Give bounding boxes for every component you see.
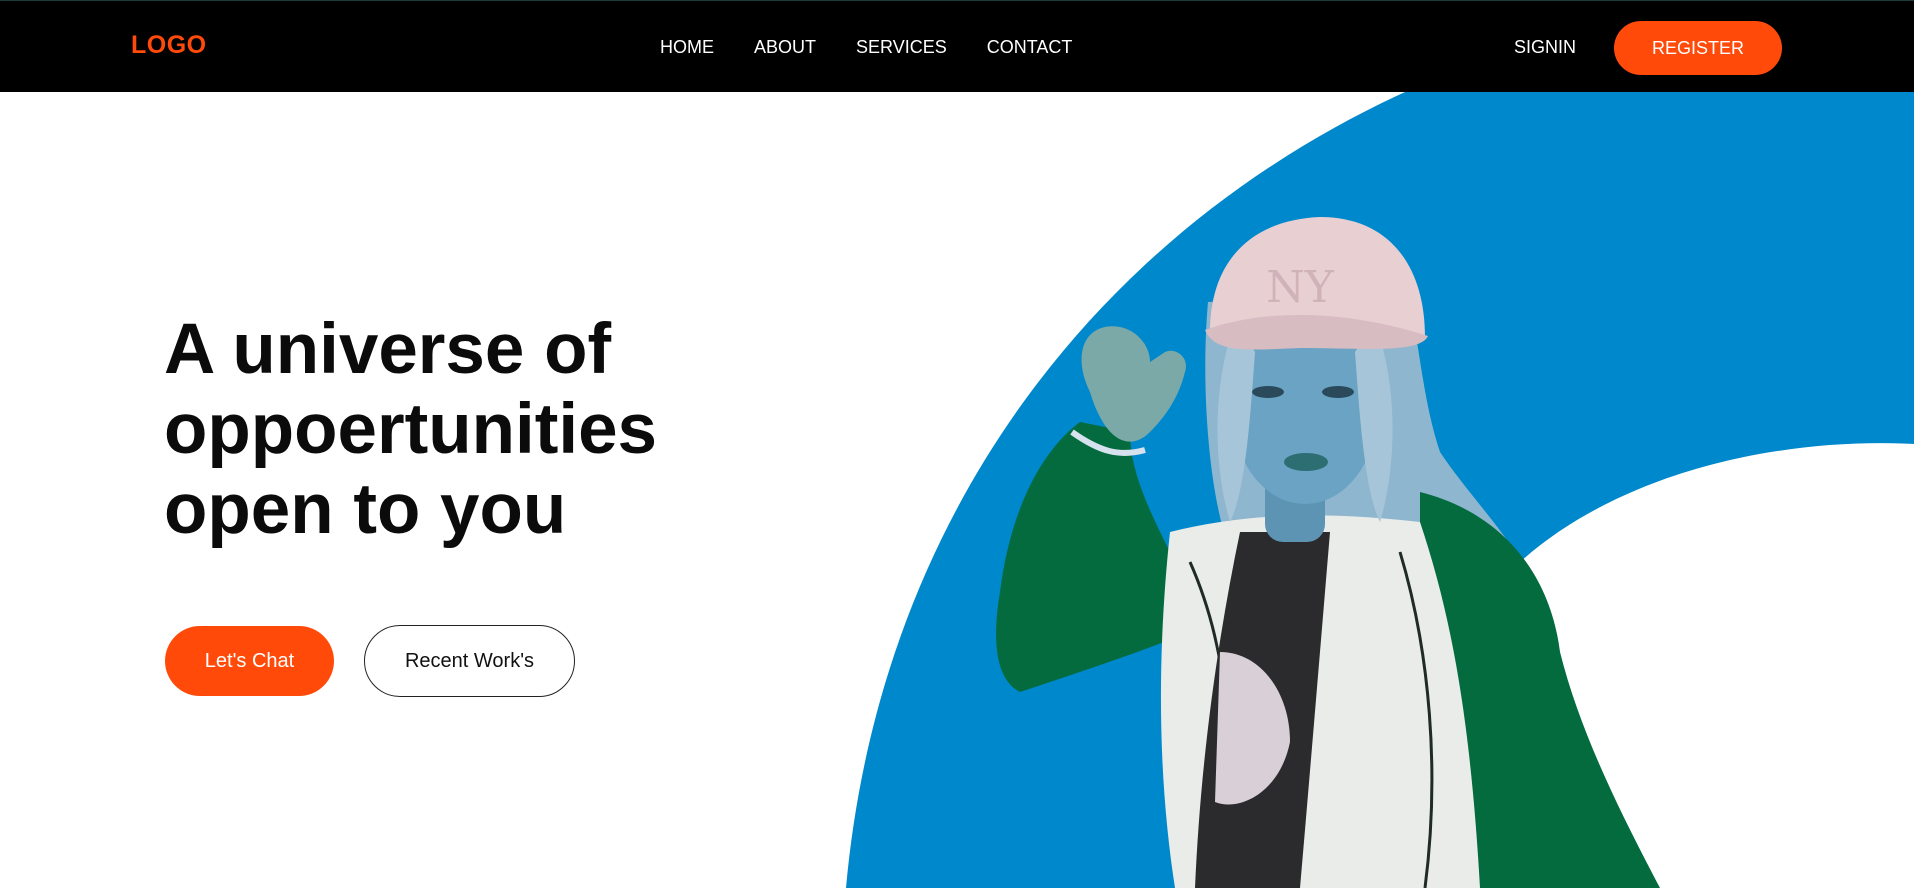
logo[interactable]: LOGO bbox=[131, 31, 207, 60]
svg-text:NY: NY bbox=[1266, 262, 1335, 313]
hero-illustration: NY bbox=[846, 92, 1914, 888]
nav-services-link[interactable]: SERVICES bbox=[856, 37, 947, 58]
main-nav: HOME ABOUT SERVICES CONTACT bbox=[660, 37, 1072, 58]
register-button[interactable]: REGISTER bbox=[1614, 21, 1782, 75]
signin-link[interactable]: SIGNIN bbox=[1514, 37, 1576, 58]
nav-about-link[interactable]: ABOUT bbox=[754, 37, 816, 58]
nav-home-link[interactable]: HOME bbox=[660, 37, 714, 58]
navbar: LOGO HOME ABOUT SERVICES CONTACT SIGNIN … bbox=[0, 0, 1914, 92]
nav-contact-link[interactable]: CONTACT bbox=[987, 37, 1073, 58]
